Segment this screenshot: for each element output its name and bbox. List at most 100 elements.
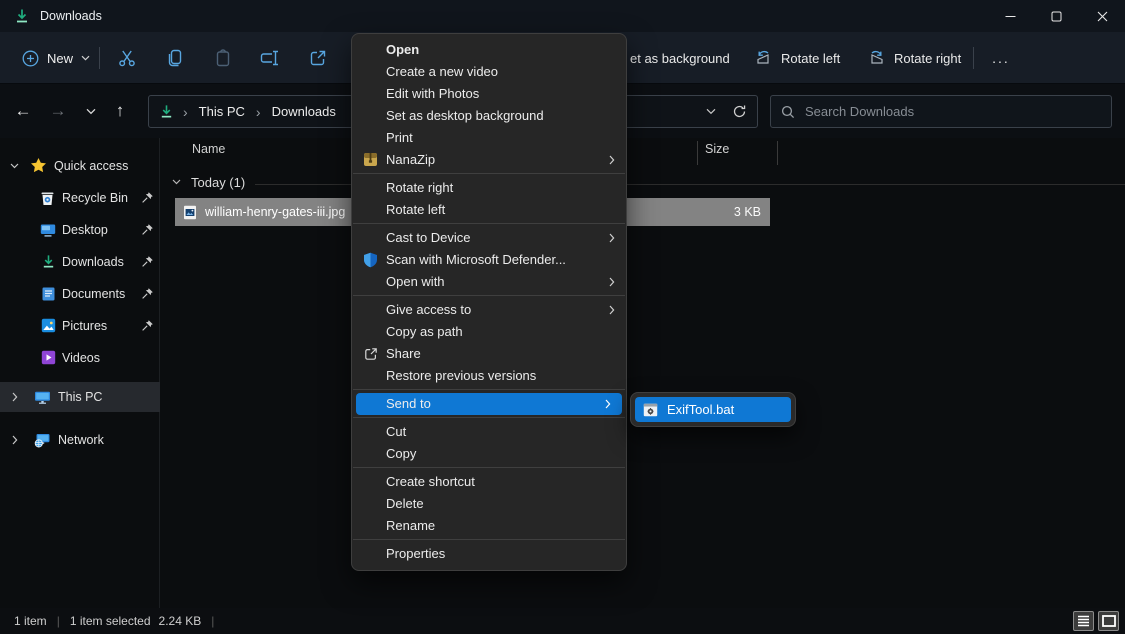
submenu-arrow-icon — [605, 399, 611, 409]
column-header-size[interactable]: Size — [705, 142, 729, 156]
pin-icon — [141, 255, 154, 268]
search-box[interactable]: Search Downloads — [770, 95, 1112, 128]
column-divider[interactable] — [777, 141, 778, 165]
menu-item-scan-with-defender[interactable]: Scan with Microsoft Defender... — [352, 249, 626, 271]
menu-item-copy[interactable]: Copy — [352, 443, 626, 465]
menu-item-rotate-right[interactable]: Rotate right — [352, 177, 626, 199]
menu-item-restore-previous-versions[interactable]: Restore previous versions — [352, 365, 626, 387]
copy-button[interactable] — [155, 40, 195, 76]
more-options-button[interactable]: ... — [984, 46, 1018, 70]
sidebar: Quick access Recycle Bin Desktop D — [0, 138, 160, 608]
paste-button[interactable] — [203, 40, 243, 76]
menu-item-set-as-desktop-background[interactable]: Set as desktop background — [352, 105, 626, 127]
new-button[interactable]: New — [12, 42, 100, 74]
menu-separator — [353, 173, 625, 174]
videos-icon — [41, 350, 56, 365]
up-button[interactable]: ↑ — [103, 94, 137, 128]
menu-item-open-with[interactable]: Open with — [352, 271, 626, 293]
defender-shield-icon — [363, 252, 378, 268]
menu-item-cast-to-device[interactable]: Cast to Device — [352, 227, 626, 249]
cut-button[interactable] — [107, 40, 147, 76]
rename-button[interactable] — [250, 40, 290, 76]
toolbar-divider — [99, 47, 100, 69]
titlebar: Downloads — [0, 0, 1125, 32]
file-pane: Name Size Today (1) william-henry-gates-… — [160, 138, 1125, 608]
column-divider[interactable] — [697, 141, 698, 165]
menu-item-edit-with-photos[interactable]: Edit with Photos — [352, 83, 626, 105]
chevron-down-icon — [10, 163, 19, 169]
nanazip-icon — [363, 152, 378, 167]
rotate-right-button[interactable]: Rotate right — [861, 40, 967, 76]
sidebar-item-videos[interactable]: Videos — [0, 343, 160, 373]
document-icon — [41, 286, 56, 302]
menu-item-cut[interactable]: Cut — [352, 421, 626, 443]
thumbnail-view-icon — [1102, 615, 1116, 627]
submenu-item-exiftool[interactable]: ExifTool.bat — [635, 397, 791, 422]
this-pc-icon — [34, 389, 51, 405]
menu-item-open[interactable]: Open — [352, 39, 626, 61]
network-icon — [34, 432, 51, 448]
sidebar-item-pictures[interactable]: Pictures — [0, 311, 160, 341]
menu-item-give-access-to[interactable]: Give access to — [352, 299, 626, 321]
sidebar-item-label: Recycle Bin — [62, 191, 128, 205]
share-button[interactable] — [298, 40, 338, 76]
submenu-arrow-icon — [609, 233, 615, 243]
breadcrumb-this-pc[interactable]: This PC — [197, 101, 247, 122]
scissors-icon — [117, 48, 137, 68]
details-view-button[interactable] — [1073, 611, 1094, 631]
sidebar-item-quick-access[interactable]: Quick access — [0, 151, 160, 181]
refresh-button[interactable] — [725, 99, 753, 125]
new-button-label: New — [47, 51, 73, 66]
window-title: Downloads — [40, 9, 102, 23]
arrow-right-icon: → — [50, 101, 67, 121]
sidebar-item-network[interactable]: Network — [0, 425, 160, 455]
search-placeholder: Search Downloads — [805, 104, 914, 119]
thumbnail-view-button[interactable] — [1098, 611, 1119, 631]
menu-item-copy-as-path[interactable]: Copy as path — [352, 321, 626, 343]
menu-item-properties[interactable]: Properties — [352, 543, 626, 565]
minimize-button[interactable] — [987, 0, 1033, 32]
toolbar-divider — [973, 47, 974, 69]
menu-item-create-shortcut[interactable]: Create shortcut — [352, 471, 626, 493]
sidebar-item-label: Pictures — [62, 319, 107, 333]
arrow-up-icon: ↑ — [116, 101, 125, 121]
sidebar-item-desktop[interactable]: Desktop — [0, 215, 160, 245]
menu-item-delete[interactable]: Delete — [352, 493, 626, 515]
sidebar-item-label: Desktop — [62, 223, 108, 237]
plus-circle-icon — [22, 50, 39, 67]
menu-item-rotate-left[interactable]: Rotate left — [352, 199, 626, 221]
status-bar: 1 item | 1 item selected 2.24 KB | — [0, 608, 1125, 634]
recycle-bin-icon — [40, 190, 55, 206]
menu-separator — [353, 417, 625, 418]
breadcrumb-separator: › — [256, 104, 261, 120]
close-button[interactable] — [1079, 0, 1125, 32]
maximize-button[interactable] — [1033, 0, 1079, 32]
menu-separator — [353, 539, 625, 540]
address-dropdown-button[interactable] — [697, 99, 725, 125]
menu-separator — [353, 223, 625, 224]
menu-item-send-to[interactable]: Send to — [356, 393, 622, 415]
menu-item-share[interactable]: Share — [352, 343, 626, 365]
context-menu: Open Create a new video Edit with Photos… — [351, 33, 627, 571]
menu-separator — [353, 295, 625, 296]
menu-item-print[interactable]: Print — [352, 127, 626, 149]
sidebar-item-recycle-bin[interactable]: Recycle Bin — [0, 183, 160, 213]
sidebar-item-downloads[interactable]: Downloads — [0, 247, 160, 277]
menu-item-rename[interactable]: Rename — [352, 515, 626, 537]
column-header-name[interactable]: Name — [192, 142, 225, 156]
back-button[interactable]: ← — [6, 94, 40, 128]
menu-item-create-a-new-video[interactable]: Create a new video — [352, 61, 626, 83]
sidebar-item-this-pc[interactable]: This PC — [0, 382, 160, 412]
breadcrumb-separator: › — [183, 104, 188, 120]
forward-button[interactable]: → — [41, 94, 75, 128]
rotate-left-button[interactable]: Rotate left — [748, 40, 846, 76]
sidebar-item-documents[interactable]: Documents — [0, 279, 160, 309]
paste-icon — [213, 48, 233, 68]
share-icon — [363, 346, 379, 362]
set-as-background-button[interactable]: et as background — [630, 32, 730, 84]
desktop-icon — [40, 222, 56, 238]
menu-item-nanazip[interactable]: NanaZip — [352, 149, 626, 171]
pin-icon — [141, 191, 154, 204]
breadcrumb-downloads[interactable]: Downloads — [270, 101, 338, 122]
refresh-icon — [732, 104, 747, 119]
